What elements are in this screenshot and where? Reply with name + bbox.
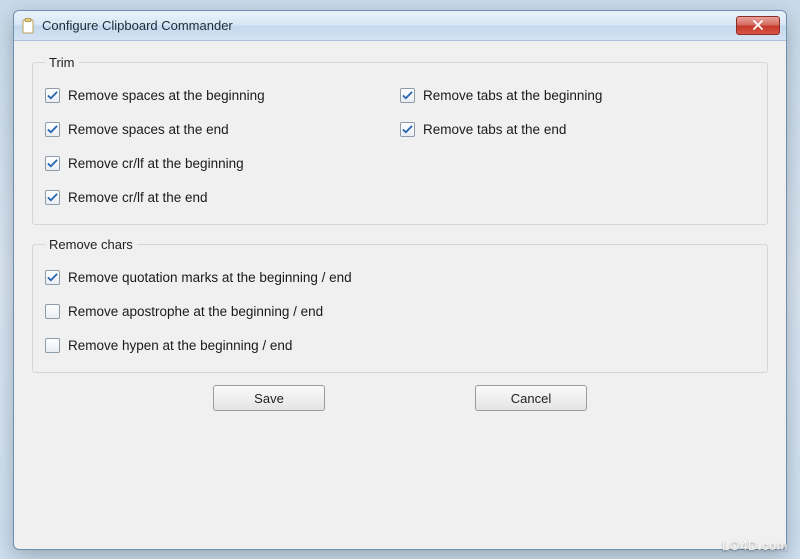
checkbox-remove-tabs-beginning[interactable] [400,88,415,103]
remove-chars-legend: Remove chars [45,237,137,252]
remove-chars-group: Remove chars Remove quotation marks at t… [32,237,768,373]
clipboard-icon [20,18,36,34]
checkbox-remove-hyphen[interactable] [45,338,60,353]
close-button[interactable] [736,16,780,35]
checkbox-remove-quotes[interactable] [45,270,60,285]
label-remove-tabs-end: Remove tabs at the end [423,122,566,137]
button-row: Save Cancel [32,385,768,411]
checkbox-remove-spaces-beginning[interactable] [45,88,60,103]
trim-group: Trim Remove spaces at the beginning Remo… [32,55,768,225]
label-remove-hyphen: Remove hypen at the beginning / end [68,338,292,353]
save-button[interactable]: Save [213,385,325,411]
client-area: Trim Remove spaces at the beginning Remo… [14,41,786,421]
checkbox-remove-tabs-end[interactable] [400,122,415,137]
checkbox-remove-crlf-beginning[interactable] [45,156,60,171]
label-remove-crlf-beginning: Remove cr/lf at the beginning [68,156,244,171]
trim-legend: Trim [45,55,79,70]
watermark: LO4D.com [722,538,788,553]
label-remove-spaces-beginning: Remove spaces at the beginning [68,88,265,103]
label-remove-apostrophe: Remove apostrophe at the beginning / end [68,304,323,319]
trim-left-column: Remove spaces at the beginning Remove sp… [45,78,400,214]
label-remove-tabs-beginning: Remove tabs at the beginning [423,88,602,103]
trim-right-column: Remove tabs at the beginning Remove tabs… [400,78,755,214]
cancel-button[interactable]: Cancel [475,385,587,411]
checkbox-remove-apostrophe[interactable] [45,304,60,319]
configure-dialog: Configure Clipboard Commander Trim Remov… [13,10,787,550]
label-remove-spaces-end: Remove spaces at the end [68,122,229,137]
label-remove-crlf-end: Remove cr/lf at the end [68,190,208,205]
close-icon [753,17,763,35]
checkbox-remove-crlf-end[interactable] [45,190,60,205]
window-title: Configure Clipboard Commander [42,18,736,33]
label-remove-quotes: Remove quotation marks at the beginning … [68,270,352,285]
titlebar[interactable]: Configure Clipboard Commander [14,11,786,41]
checkbox-remove-spaces-end[interactable] [45,122,60,137]
